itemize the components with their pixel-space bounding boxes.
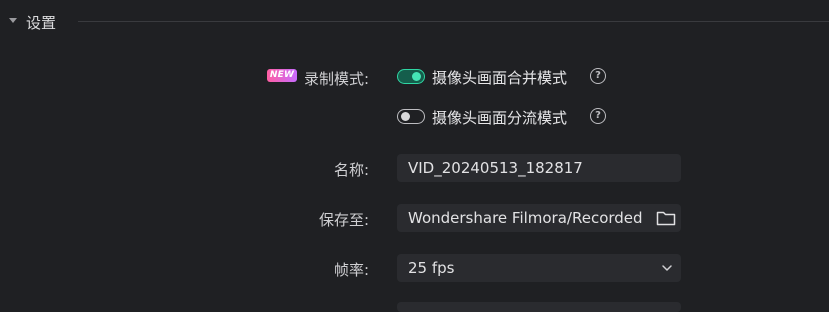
split-mode-toggle[interactable] bbox=[397, 109, 425, 124]
toggle-knob bbox=[412, 72, 421, 81]
merge-mode-label: 摄像头画面合并模式 bbox=[432, 69, 568, 87]
toggle-knob bbox=[401, 112, 410, 121]
save-path-value: Wondershare Filmora/Recorded bbox=[408, 209, 643, 227]
recording-mode-label: 录制模式: bbox=[303, 70, 369, 88]
section-divider bbox=[78, 21, 829, 22]
name-label: 名称: bbox=[333, 161, 369, 179]
section-title: 设置 bbox=[26, 14, 57, 32]
frame-rate-value: 25 fps bbox=[408, 259, 455, 277]
next-field[interactable] bbox=[397, 302, 681, 312]
name-input[interactable]: VID_20240513_182817 bbox=[397, 154, 681, 182]
chevron-down-icon bbox=[662, 265, 672, 271]
folder-icon[interactable] bbox=[656, 209, 676, 227]
name-value: VID_20240513_182817 bbox=[408, 159, 583, 177]
collapse-caret-icon[interactable] bbox=[9, 18, 17, 23]
save-path-input[interactable]: Wondershare Filmora/Recorded bbox=[397, 204, 681, 232]
frame-rate-select[interactable]: 25 fps bbox=[397, 254, 681, 282]
frame-rate-label: 帧率: bbox=[333, 261, 369, 279]
split-mode-help-icon[interactable]: ? bbox=[590, 108, 606, 124]
merge-mode-help-icon[interactable]: ? bbox=[590, 68, 606, 84]
save-to-label: 保存至: bbox=[318, 211, 369, 229]
split-mode-label: 摄像头画面分流模式 bbox=[432, 109, 568, 127]
settings-section-header[interactable]: 设置 bbox=[0, 0, 829, 44]
merge-mode-toggle[interactable] bbox=[397, 69, 425, 84]
new-badge: NEW bbox=[267, 69, 297, 82]
